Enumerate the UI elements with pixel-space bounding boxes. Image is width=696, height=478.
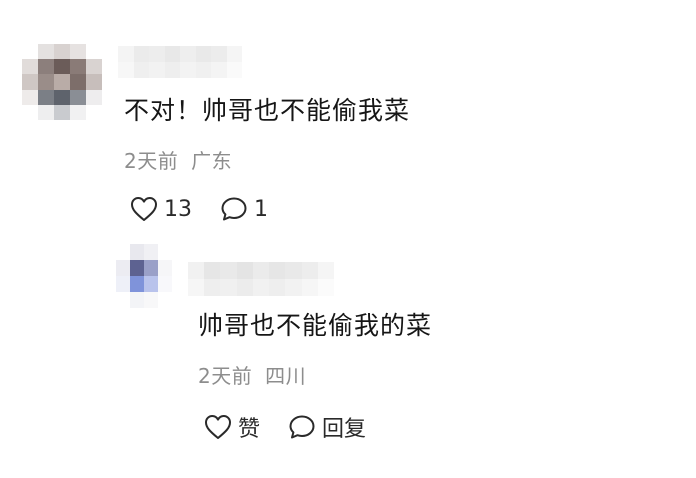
comment-meta: 2天前 广东 xyxy=(124,151,232,171)
replier-name-blurred[interactable] xyxy=(188,262,334,296)
reply-count: 1 xyxy=(254,196,268,222)
reply-label: 回复 xyxy=(322,417,367,442)
heart-outline-icon xyxy=(131,197,157,221)
heart-outline-icon xyxy=(205,415,231,439)
comment-actions: 13 1 xyxy=(130,196,296,222)
comment-reply-button[interactable]: 1 xyxy=(220,196,268,222)
speech-bubble-icon xyxy=(221,197,247,221)
commenter-name-blurred[interactable] xyxy=(118,46,242,78)
comment-time: 2天前 xyxy=(124,149,179,173)
comment-like-button[interactable]: 13 xyxy=(130,196,192,222)
reply-location: 四川 xyxy=(265,364,307,388)
like-count: 13 xyxy=(164,196,192,222)
like-label: 赞 xyxy=(238,417,261,442)
reply-meta: 2天前 四川 xyxy=(198,366,306,386)
comment-text: 不对！帅哥也不能偷我菜 xyxy=(124,96,411,125)
reply-time: 2天前 xyxy=(198,364,253,388)
reply-text: 帅哥也不能偷我的菜 xyxy=(198,311,433,340)
reply-reply-button[interactable]: 回复 xyxy=(288,411,366,443)
reply-like-button[interactable]: 赞 xyxy=(204,411,260,443)
comment-location: 广东 xyxy=(191,149,233,173)
commenter-avatar-blurred[interactable] xyxy=(22,44,102,120)
replier-avatar-blurred[interactable] xyxy=(116,244,172,308)
speech-bubble-icon xyxy=(289,415,315,439)
reply-actions: 赞 回复 xyxy=(204,411,394,443)
